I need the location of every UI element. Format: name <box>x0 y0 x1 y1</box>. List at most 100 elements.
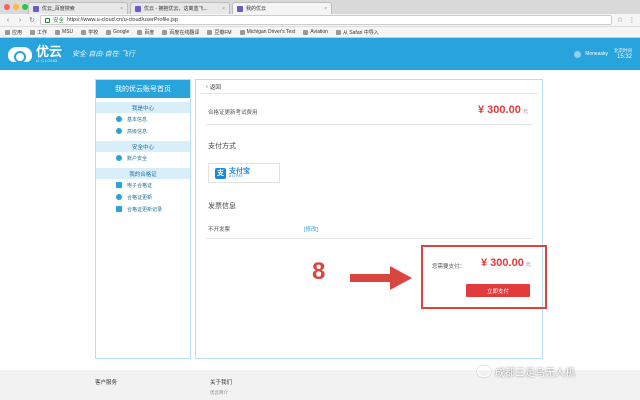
ucloud-favicon-icon <box>135 5 141 12</box>
folder-icon <box>303 29 309 35</box>
back-arrow-icon[interactable]: ‹ <box>4 17 12 24</box>
folder-icon <box>335 29 341 35</box>
browser-tab[interactable]: 优云 - 拥抱优云，这离蓝飞... × <box>130 2 230 14</box>
account-sidebar: 我的优云账号首页 我是中心 基本信息 高级信息 安全中心 账户安全 我的合格证 … <box>95 79 191 359</box>
sidebar-section-security: 安全中心 <box>96 141 190 152</box>
sidebar-item-basic-info[interactable]: 基本信息 <box>96 113 190 125</box>
site-slogan: 安全·自由·自在·飞行 <box>72 51 136 58</box>
google-icon <box>106 29 112 35</box>
footer-about-us[interactable]: 关于我们 <box>210 378 232 386</box>
window-controls[interactable] <box>4 4 28 10</box>
folder-icon <box>81 29 87 35</box>
fee-amount: ¥ 300.00 元 <box>478 104 528 116</box>
user-avatar-icon <box>574 50 582 58</box>
sidebar-item-advanced-info[interactable]: 高级信息 <box>96 125 190 137</box>
url-input[interactable]: 安全 https://www.u-cloud.cn/u-cloud/userPr… <box>40 15 612 25</box>
back-link[interactable]: ‹ 返回 <box>200 80 538 94</box>
bookmarks-bar: 应用 工作 MSU 学校 Google 百度 百度在线翻译 豆瓣FM Michi… <box>0 27 640 38</box>
sidebar-item-renewal-history[interactable]: 合格证更新记录 <box>96 203 190 215</box>
invoice-heading: 发票信息 <box>208 203 236 210</box>
sidebar-section-certificate: 我的合格证 <box>96 168 190 179</box>
browser-tab-active[interactable]: 我的优云 × <box>232 2 332 14</box>
clock-time: 15:32 <box>616 54 632 60</box>
folder-icon <box>55 29 61 35</box>
reload-icon[interactable]: ↻ <box>28 16 36 24</box>
alipay-sub: ALIPAY <box>229 173 244 178</box>
apps-icon <box>5 29 10 35</box>
sidebar-item-certificate-renewal[interactable]: 合格证更新 <box>96 191 190 203</box>
footer-customer-service[interactable]: 客户服务 <box>95 378 117 386</box>
chevron-left-icon: ‹ <box>206 83 208 90</box>
alipay-logo-icon: 支 <box>215 167 226 179</box>
address-toolbar: ‹ › ↻ 安全 https://www.u-cloud.cn/u-cloud/… <box>0 14 640 27</box>
person-plus-icon <box>116 128 122 134</box>
folder-icon <box>30 29 36 35</box>
user-menu[interactable]: Moneasky <box>574 50 608 58</box>
bookmark-folder[interactable]: 学校 <box>81 29 98 36</box>
bookmark-apps[interactable]: 应用 <box>5 29 22 36</box>
tab-close-icon[interactable]: × <box>324 6 327 12</box>
lock-icon <box>45 17 50 23</box>
shield-icon <box>116 155 122 161</box>
payment-panel: ‹ 返回 合格证更新考试费用 ¥ 300.00 元 支付方式 支 支付宝 ALIP… <box>195 79 543 359</box>
beijing-clock: 北京时间 15:32 <box>614 48 632 60</box>
tab-close-icon[interactable]: × <box>222 6 225 12</box>
fee-label: 合格证更新考试费用 <box>208 110 258 116</box>
browser-tab-bar: 优云_百度搜索 × 优云 - 拥抱优云，这离蓝飞... × 我的优云 × <box>0 0 640 14</box>
baidu-favicon-icon <box>33 5 39 12</box>
bookmark-link[interactable]: Michigan Driver's Test <box>239 29 295 35</box>
tab-label: 我的优云 <box>246 6 267 12</box>
sidebar-title[interactable]: 我的优云账号首页 <box>96 80 190 98</box>
site-header: 优云 U-CLOUD 安全·自由·自在·飞行 Moneasky 北京时间 15:… <box>0 38 640 70</box>
sidebar-item-e-certificate[interactable]: 电子合格证 <box>96 179 190 191</box>
sidebar-section-center: 我是中心 <box>96 102 190 113</box>
list-icon <box>116 206 122 212</box>
sidebar-item-account-security[interactable]: 账户安全 <box>96 152 190 164</box>
highlight-box <box>421 245 547 309</box>
tab-label: 优云_百度搜索 <box>42 6 75 12</box>
site-logo[interactable]: 优云 U-CLOUD <box>8 45 62 63</box>
cloud-logo-icon <box>8 46 32 63</box>
watermark-text: 成都三足乌无人机 <box>495 368 575 379</box>
watermark: 成都三足乌无人机 <box>477 364 575 379</box>
bookmark-folder[interactable]: MSU <box>55 29 73 35</box>
step-number: 8 <box>312 258 326 285</box>
username: Moneasky <box>585 51 608 57</box>
bookmark-link[interactable]: 百度 <box>137 29 154 36</box>
divider <box>206 124 532 125</box>
zoom-window-icon[interactable] <box>22 4 28 10</box>
ucloud-favicon-icon <box>237 5 243 12</box>
baidu-icon <box>137 29 143 35</box>
refresh-icon <box>116 194 122 200</box>
right-arrow-icon <box>350 266 412 290</box>
tab-close-icon[interactable]: × <box>120 6 123 12</box>
bookmark-folder[interactable]: Aviation <box>303 29 328 35</box>
divider <box>206 238 532 239</box>
footer-about-link[interactable]: 优云简介 <box>210 390 228 396</box>
payment-method-heading: 支付方式 <box>208 143 236 150</box>
bookmark-link[interactable]: 豆瓣FM <box>207 29 232 36</box>
minimize-window-icon[interactable] <box>13 4 19 10</box>
translate-icon <box>162 29 168 35</box>
wechat-icon <box>477 366 491 377</box>
close-window-icon[interactable] <box>4 4 10 10</box>
star-icon[interactable]: ☆ <box>616 16 624 24</box>
menu-icon[interactable]: ⋮ <box>628 16 636 24</box>
person-icon <box>116 116 122 122</box>
page-icon <box>239 29 245 35</box>
invoice-edit-link[interactable]: [修改] <box>304 225 318 233</box>
bookmark-folder[interactable]: 从 Safari 中导入 <box>335 29 379 36</box>
douban-icon <box>207 29 213 35</box>
tab-label: 优云 - 拥抱优云，这离蓝飞... <box>144 6 208 12</box>
bookmark-link[interactable]: 百度在线翻译 <box>162 29 199 36</box>
bookmark-folder[interactable]: 工作 <box>30 29 47 36</box>
bookmark-link[interactable]: Google <box>106 29 129 35</box>
id-card-icon <box>116 182 122 188</box>
url-text: https://www.u-cloud.cn/u-cloud/userProfi… <box>67 17 178 23</box>
logo-text: 优云 <box>36 44 63 59</box>
forward-arrow-icon[interactable]: › <box>16 17 24 24</box>
invoice-value: 不开发票 <box>208 227 231 233</box>
secure-label: 安全 <box>53 18 65 24</box>
alipay-option[interactable]: 支 支付宝 ALIPAY <box>208 163 280 183</box>
browser-tab[interactable]: 优云_百度搜索 × <box>28 2 128 14</box>
